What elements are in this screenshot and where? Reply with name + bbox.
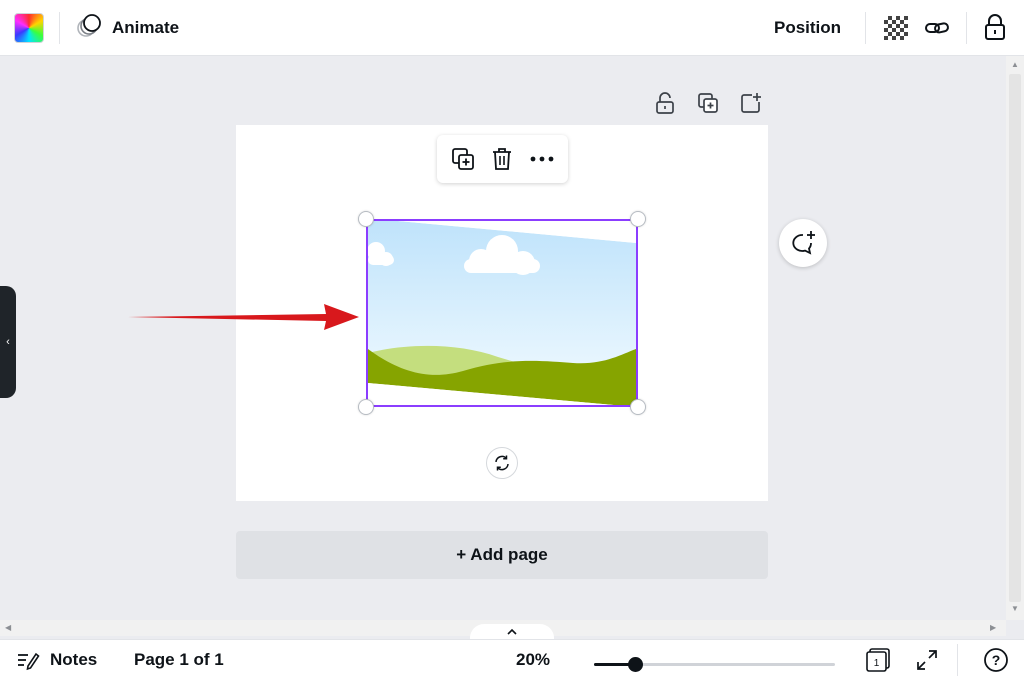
duplicate-page-icon: [698, 93, 718, 113]
lock-button[interactable]: [979, 11, 1011, 43]
zoom-percentage[interactable]: 20%: [516, 646, 562, 674]
fullscreen-icon: [917, 650, 937, 670]
add-page-icon: [741, 93, 761, 113]
copy-element-button[interactable]: [447, 143, 479, 175]
more-options-button[interactable]: [526, 143, 558, 175]
annotation-arrow: [128, 304, 359, 330]
notes-button[interactable]: Notes: [16, 646, 97, 674]
chevron-up-icon: [507, 628, 517, 635]
page-grid-button[interactable]: 1: [864, 646, 892, 674]
page-indicator[interactable]: Page 1 of 1: [134, 646, 224, 674]
toolbar-divider: [966, 12, 967, 44]
unlock-icon: [656, 92, 674, 114]
duplicate-page-button[interactable]: [694, 89, 722, 117]
add-page-button[interactable]: + Add page: [236, 531, 768, 579]
position-button[interactable]: Position: [766, 12, 849, 44]
resize-handle-top-right[interactable]: [630, 211, 646, 227]
trash-icon: [493, 148, 512, 170]
link-button[interactable]: [921, 12, 953, 44]
lock-icon: [985, 14, 1005, 40]
resize-handle-bottom-right[interactable]: [630, 399, 646, 415]
rotate-handle[interactable]: [486, 447, 518, 479]
landscape-image: [368, 221, 636, 405]
svg-text:?: ?: [992, 652, 1001, 668]
copy-icon: [451, 148, 474, 170]
page-lock-button[interactable]: [651, 89, 679, 117]
expand-pages-tab[interactable]: [470, 624, 554, 640]
help-button[interactable]: ?: [982, 646, 1010, 674]
transparency-button[interactable]: [880, 12, 912, 44]
transparency-icon: [884, 16, 908, 40]
scroll-right-arrow-icon[interactable]: ▶: [990, 623, 996, 632]
notes-icon: [18, 652, 40, 671]
toolbar-divider: [865, 12, 866, 44]
comment-add-icon: [792, 231, 815, 255]
color-picker-swatch[interactable]: [14, 13, 44, 43]
more-icon: [530, 156, 554, 162]
scroll-left-arrow-icon[interactable]: ◀: [5, 623, 11, 632]
selected-image-element[interactable]: [366, 219, 638, 407]
pages-icon: 1: [866, 648, 890, 672]
bottom-bar: Notes Page 1 of 1 20% 1 ?: [0, 639, 1024, 679]
add-page-icon-button[interactable]: [737, 89, 765, 117]
svg-text:1: 1: [874, 658, 880, 669]
animate-label: Animate: [112, 18, 180, 37]
animate-icon: [76, 13, 102, 44]
scroll-up-arrow-icon[interactable]: ▲: [1011, 60, 1019, 69]
notes-label: Notes: [50, 650, 98, 669]
bottombar-divider: [957, 644, 958, 676]
zoom-slider[interactable]: [594, 657, 835, 672]
fullscreen-button[interactable]: [913, 646, 941, 674]
resize-handle-bottom-left[interactable]: [358, 399, 374, 415]
delete-element-button[interactable]: [486, 143, 518, 175]
collapse-side-panel-tab[interactable]: ‹: [0, 286, 16, 398]
chevron-left-icon: ‹: [6, 336, 10, 348]
vertical-scrollbar[interactable]: ▲ ▼: [1006, 56, 1024, 620]
add-comment-button[interactable]: [779, 219, 827, 267]
scroll-down-arrow-icon[interactable]: ▼: [1011, 604, 1019, 613]
resize-handle-top-left[interactable]: [358, 211, 374, 227]
element-floating-toolbar: [437, 135, 568, 183]
zoom-slider-knob[interactable]: [627, 657, 643, 672]
help-icon: ?: [984, 648, 1008, 672]
toolbar-divider: [59, 12, 60, 44]
link-icon: [925, 22, 949, 34]
rotate-icon: [495, 455, 509, 471]
top-toolbar: Animate Position: [0, 0, 1024, 56]
animate-button[interactable]: Animate: [76, 12, 179, 44]
vertical-scroll-thumb[interactable]: [1009, 74, 1021, 602]
